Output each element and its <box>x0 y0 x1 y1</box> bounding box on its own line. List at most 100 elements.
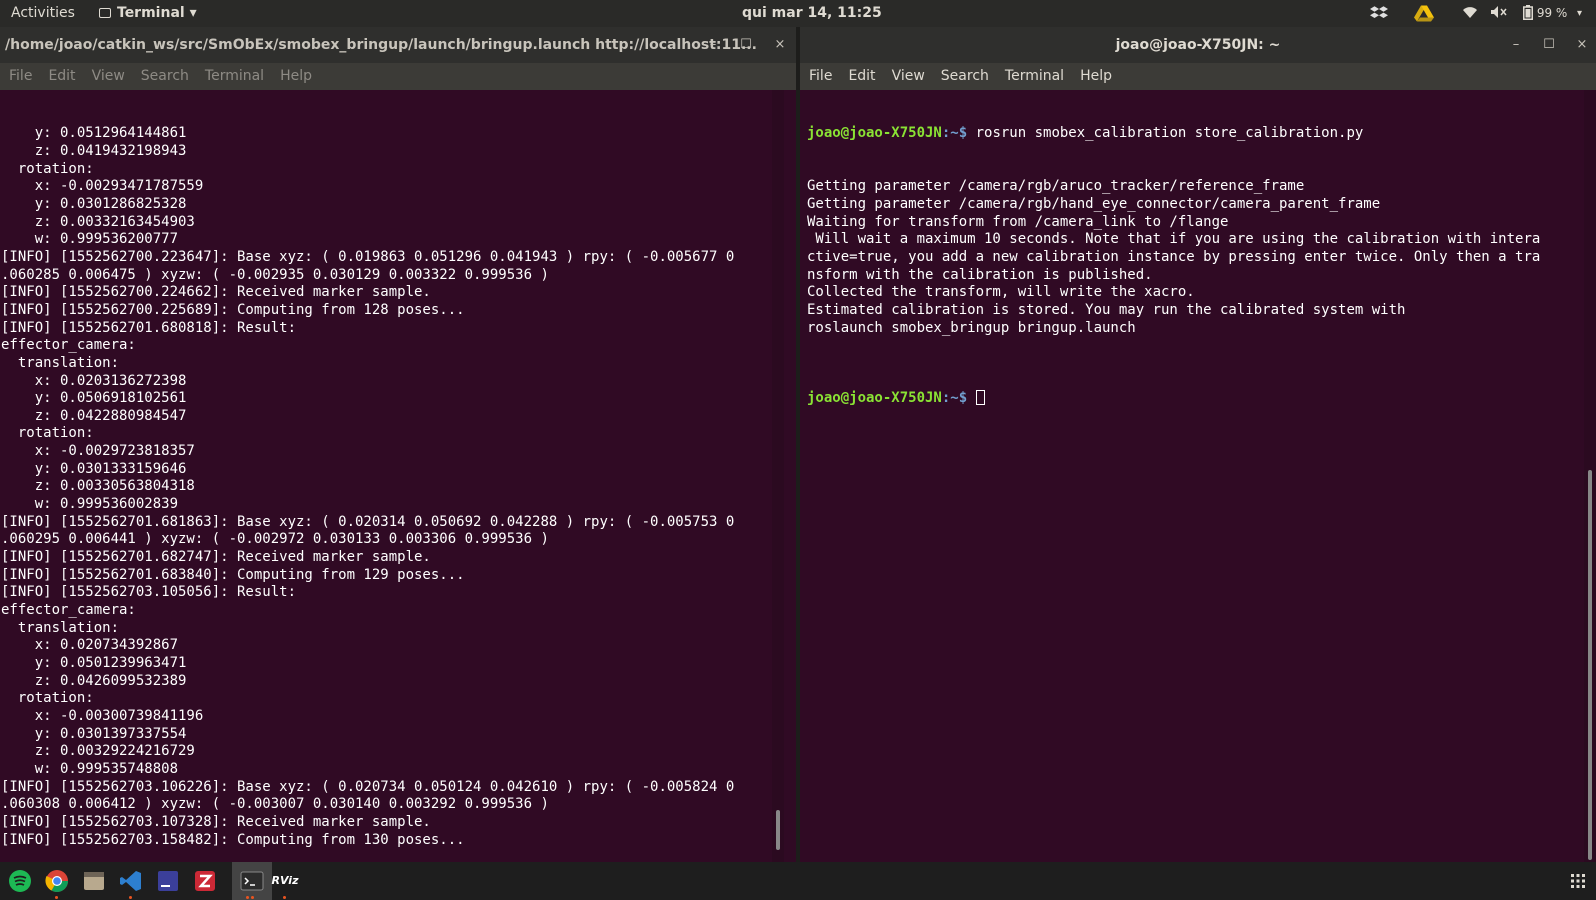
terminal-line: y: 0.0501239963471 <box>1 655 187 671</box>
prompt-user: joao@joao-X750JN <box>807 390 942 407</box>
clock[interactable]: qui mar 14, 11:25 <box>742 0 882 27</box>
volume-icon[interactable] <box>1490 0 1508 27</box>
spotify-icon[interactable] <box>7 868 33 894</box>
minimize-button[interactable]: – <box>704 27 722 63</box>
menu-file[interactable]: File <box>809 63 832 90</box>
terminal-line: ctive=true, you add a new calibration in… <box>807 248 1541 265</box>
terminal-line: x: -0.00300739841196 <box>1 707 204 724</box>
terminal-window-roslaunch[interactable]: /home/joao/catkin_ws/src/SmObEx/smobex_b… <box>0 27 796 862</box>
prompt-path: :~$ <box>941 125 968 142</box>
running-indicator <box>246 896 249 899</box>
terminal-line: [INFO] [1552562700.224662]: Received mar… <box>1 284 431 301</box>
terminal-line: Estimated calibration is stored. You may… <box>807 301 1406 318</box>
rviz-icon[interactable]: RViz <box>270 868 300 894</box>
system-menu-chevron-icon[interactable]: ▾ <box>1577 0 1582 27</box>
menu-view[interactable]: View <box>92 63 125 90</box>
terminal-line: x: -0.0029723818357 <box>1 443 195 460</box>
terminal-line: rotation: <box>1 425 94 442</box>
google-drive-icon[interactable] <box>1414 0 1434 27</box>
terminal-output[interactable]: joao@joao-X750JN:~$ rosrun smobex_calibr… <box>800 90 1596 862</box>
terminal-lines: Getting parameter /camera/rgb/aruco_trac… <box>807 178 1596 355</box>
terminal-line: translation: <box>1 354 120 371</box>
terminal-line: z: 0.0422880984547 <box>1 407 187 424</box>
close-button[interactable]: × <box>771 27 789 63</box>
command-line: joao@joao-X750JN:~$ rosrun smobex_calibr… <box>807 125 1596 143</box>
menu-search[interactable]: Search <box>941 63 989 90</box>
menu-terminal[interactable]: Terminal <box>1005 63 1064 90</box>
menu-view[interactable]: View <box>892 63 925 90</box>
terminal-line: [INFO] [1552562701.683840]: Computing fr… <box>1 566 465 583</box>
terminal-line: .060295 0.006441 ) xyzw: ( -0.002972 0.0… <box>1 531 549 548</box>
minimize-button[interactable]: – <box>1507 27 1525 63</box>
terminal-line: z: 0.00329224216729 <box>1 743 195 760</box>
battery-percent: 99 % <box>1536 6 1568 20</box>
menu-search[interactable]: Search <box>141 63 189 90</box>
terminal-output[interactable]: y: 0.0512964144861 z: 0.0419432198943 ro… <box>0 90 796 862</box>
terminal-line: y: 0.0506918102561 <box>1 390 187 407</box>
terminal-line: [INFO] [1552562703.158482]: Computing fr… <box>1 831 465 848</box>
zotero-icon[interactable] <box>192 868 218 894</box>
vscode-icon[interactable] <box>118 868 144 894</box>
menu-terminal[interactable]: Terminal <box>205 63 264 90</box>
activities-button[interactable]: Activities <box>11 0 75 27</box>
window-title: joao@joao-X750JN: ~ <box>1115 37 1281 53</box>
terminal-line: effector_camera: <box>1 337 136 354</box>
menu-edit[interactable]: Edit <box>848 63 875 90</box>
menu-file[interactable]: File <box>9 63 32 90</box>
terminal-line: Getting parameter /camera/rgb/aruco_trac… <box>807 178 1305 195</box>
window-titlebar[interactable]: /home/joao/catkin_ws/src/SmObEx/smobex_b… <box>0 27 796 63</box>
terminal-line: .060285 0.006475 ) xyzw: ( -0.002935 0.0… <box>1 266 549 283</box>
menu-help[interactable]: Help <box>280 63 312 90</box>
dropbox-icon[interactable] <box>1370 0 1388 27</box>
terminal-line: y: 0.0301333159646 <box>1 460 187 477</box>
terminal-line: Getting parameter /camera/rgb/hand_eye_c… <box>807 195 1381 212</box>
ide-icon[interactable] <box>155 868 181 894</box>
show-applications-icon[interactable] <box>1570 873 1586 889</box>
scrollbar[interactable] <box>1584 90 1596 862</box>
menu-bar: File Edit View Search Terminal Help <box>0 63 796 90</box>
window-title: /home/joao/catkin_ws/src/SmObEx/smobex_b… <box>5 37 757 53</box>
scrollbar-thumb[interactable] <box>776 810 780 850</box>
terminal-line: x: -0.00293471787559 <box>1 178 204 195</box>
maximize-button[interactable]: ☐ <box>737 27 755 63</box>
terminal-line: rotation: <box>1 690 94 707</box>
terminal-line: [INFO] [1552562703.105056]: Result: <box>1 584 297 601</box>
terminal-window-home[interactable]: joao@joao-X750JN: ~ – ☐ × File Edit View Se… <box>800 27 1596 862</box>
prompt-user: joao@joao-X750JN <box>807 125 942 142</box>
terminal-icon[interactable] <box>239 868 265 894</box>
battery-icon <box>1523 5 1533 20</box>
close-button[interactable]: × <box>1573 27 1591 63</box>
terminal-line: [INFO] [1552562700.223647]: Base xyz: ( … <box>1 248 735 265</box>
maximize-button[interactable]: ☐ <box>1540 27 1558 63</box>
terminal-line: [INFO] [1552562703.106226]: Base xyz: ( … <box>1 778 735 795</box>
text-cursor <box>975 390 985 406</box>
menu-help[interactable]: Help <box>1080 63 1112 90</box>
terminal-line: x: 0.020734392867 <box>1 637 179 654</box>
terminal-line: w: 0.999536200777 <box>1 231 179 248</box>
running-indicator <box>283 896 286 899</box>
terminal-line: Waiting for transform from /camera_link … <box>807 213 1229 230</box>
running-indicator <box>55 896 58 899</box>
terminal-line: nsform with the calibration is published… <box>807 266 1153 283</box>
terminal-small-icon <box>99 8 111 18</box>
terminal-line: [INFO] [1552562703.107328]: Received mar… <box>1 813 431 830</box>
chrome-icon[interactable] <box>44 868 70 894</box>
window-titlebar[interactable]: joao@joao-X750JN: ~ – ☐ × <box>800 27 1596 63</box>
scrollbar-thumb[interactable] <box>1588 470 1592 860</box>
terminal-line: Will wait a maximum 10 seconds. Note tha… <box>807 231 1541 248</box>
wifi-icon[interactable] <box>1462 0 1478 27</box>
top-panel: Activities Terminal ▾ qui mar 14, 11:25 … <box>0 0 1596 27</box>
scrollbar[interactable] <box>772 90 784 862</box>
terminal-line: effector_camera: <box>1 602 136 619</box>
terminal-line: rotation: <box>1 160 94 177</box>
dock: RViz <box>0 862 1596 900</box>
menu-edit[interactable]: Edit <box>48 63 75 90</box>
terminal-line: w: 0.999535748808 <box>1 760 179 777</box>
terminal-lines: y: 0.0512964144861 z: 0.0419432198943 ro… <box>1 125 796 849</box>
files-icon[interactable] <box>81 868 107 894</box>
app-menu[interactable]: Terminal ▾ <box>99 0 197 27</box>
prompt-path: :~$ <box>941 390 968 407</box>
battery-indicator[interactable]: 99 % <box>1523 0 1567 27</box>
terminal-line: [INFO] [1552562700.225689]: Computing fr… <box>1 301 465 318</box>
terminal-line: z: 0.00330563804318 <box>1 478 195 495</box>
